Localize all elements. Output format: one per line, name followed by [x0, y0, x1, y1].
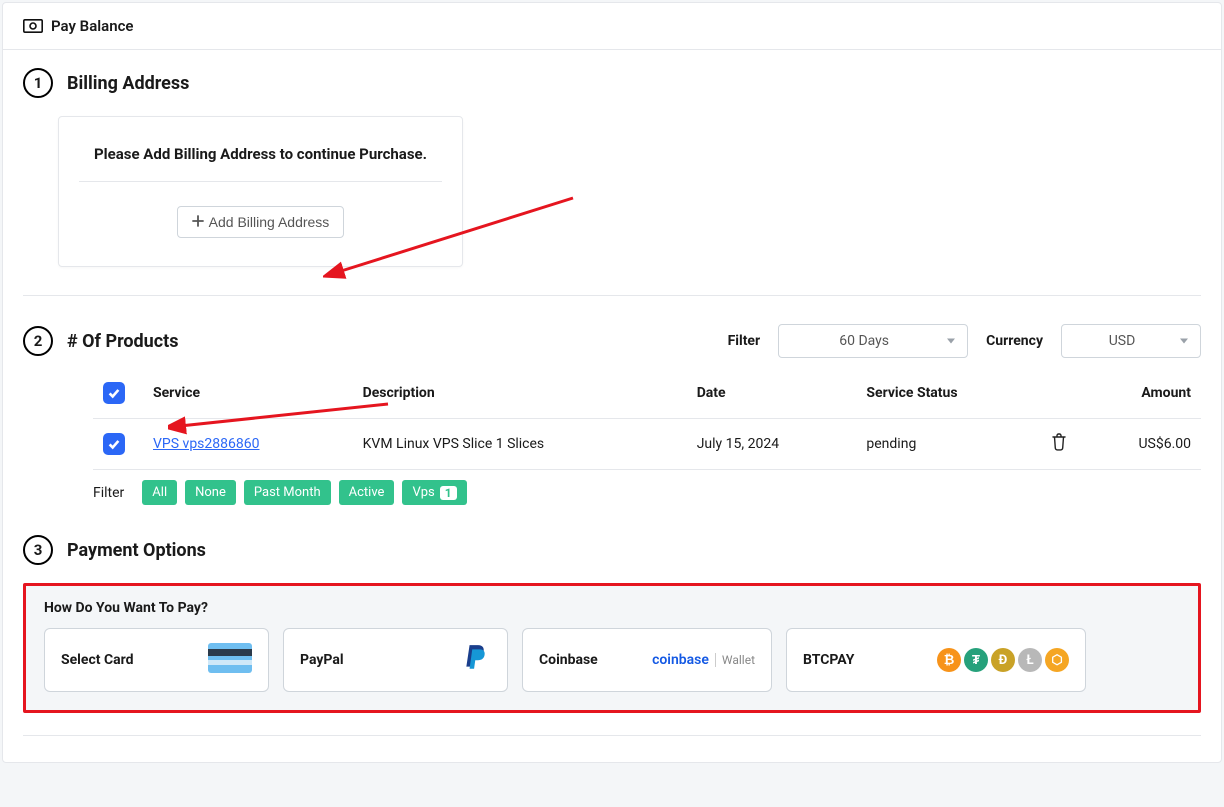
pill-past-month[interactable]: Past Month	[244, 480, 331, 505]
tether-icon: ₮	[964, 648, 988, 672]
pay-balance-card: Pay Balance 1 Billing Address Please Add…	[2, 2, 1222, 763]
payment-section: How Do You Want To Pay? Select Card PayP…	[23, 583, 1201, 713]
billing-prompt: Please Add Billing Address to continue P…	[79, 145, 442, 182]
pay-option-label: Coinbase	[539, 652, 598, 668]
row-status: pending	[856, 419, 1040, 470]
step-title: # Of Products	[67, 331, 178, 352]
filter-pills: Filter All None Past Month Active Vps 1	[93, 480, 1201, 505]
step-number: 2	[23, 326, 53, 356]
step-3-header: 3 Payment Options	[23, 535, 1201, 565]
currency-label: Currency	[986, 333, 1043, 349]
plus-icon	[192, 214, 204, 230]
step-2-row: 2 # Of Products Filter 60 Days Currency …	[23, 324, 1201, 358]
payment-title: How Do You Want To Pay?	[44, 600, 1180, 616]
row-amount: US$6.00	[1081, 419, 1201, 470]
step-number: 3	[23, 535, 53, 565]
currency-select[interactable]: USD	[1061, 324, 1201, 358]
col-status: Service Status	[856, 368, 1040, 419]
trash-icon[interactable]	[1051, 439, 1067, 455]
pill-vps-badge: 1	[440, 486, 457, 500]
products-table: Service Description Date Service Status …	[93, 368, 1201, 470]
row-date: July 15, 2024	[687, 419, 857, 470]
page-header: Pay Balance	[3, 3, 1221, 50]
row-checkbox[interactable]	[103, 433, 125, 455]
crypto-icon: ⬡	[1045, 648, 1069, 672]
filter-days-value: 60 Days	[839, 333, 889, 349]
credit-card-icon	[208, 643, 252, 677]
table-row: VPS vps2886860 KVM Linux VPS Slice 1 Sli…	[93, 419, 1201, 470]
coinbase-wallet-icon: coinbase Wallet	[652, 652, 755, 668]
page-title: Pay Balance	[51, 17, 133, 35]
service-link[interactable]: VPS vps2886860	[153, 436, 259, 452]
step-title: Payment Options	[67, 540, 206, 561]
row-description: KVM Linux VPS Slice 1 Slices	[353, 419, 687, 470]
money-icon	[23, 19, 43, 33]
col-amount: Amount	[1081, 368, 1201, 419]
pay-option-btcpay[interactable]: BTCPAY ₿ ₮ Ð Ł ⬡	[786, 628, 1086, 692]
add-billing-address-button[interactable]: Add Billing Address	[177, 206, 345, 238]
pay-option-label: Select Card	[61, 652, 134, 668]
billing-card: Please Add Billing Address to continue P…	[58, 116, 463, 267]
add-billing-label: Add Billing Address	[209, 214, 330, 230]
pay-option-label: PayPal	[300, 652, 344, 668]
pill-vps[interactable]: Vps 1	[402, 480, 466, 505]
step-title: Billing Address	[67, 73, 189, 94]
pay-option-card[interactable]: Select Card	[44, 628, 269, 692]
pill-active[interactable]: Active	[339, 480, 395, 505]
col-date: Date	[687, 368, 857, 419]
pay-option-label: BTCPAY	[803, 652, 854, 668]
pill-all[interactable]: All	[142, 480, 177, 505]
bitcoin-icon: ₿	[937, 648, 961, 672]
currency-value: USD	[1109, 333, 1136, 349]
pay-option-paypal[interactable]: PayPal	[283, 628, 508, 692]
dogecoin-icon: Ð	[991, 648, 1015, 672]
pills-label: Filter	[93, 485, 124, 501]
filter-label: Filter	[728, 333, 761, 349]
litecoin-icon: Ł	[1018, 648, 1042, 672]
payment-options-box: How Do You Want To Pay? Select Card PayP…	[23, 583, 1201, 713]
crypto-icons: ₿ ₮ Ð Ł ⬡	[937, 648, 1069, 672]
step-1-header: 1 Billing Address	[23, 68, 1201, 98]
col-service: Service	[143, 368, 353, 419]
pay-option-coinbase[interactable]: Coinbase coinbase Wallet	[522, 628, 772, 692]
paypal-icon	[461, 643, 491, 677]
filter-days-select[interactable]: 60 Days	[778, 324, 968, 358]
select-all-checkbox[interactable]	[103, 382, 125, 404]
pill-none[interactable]: None	[185, 480, 236, 505]
col-description: Description	[353, 368, 687, 419]
step-number: 1	[23, 68, 53, 98]
